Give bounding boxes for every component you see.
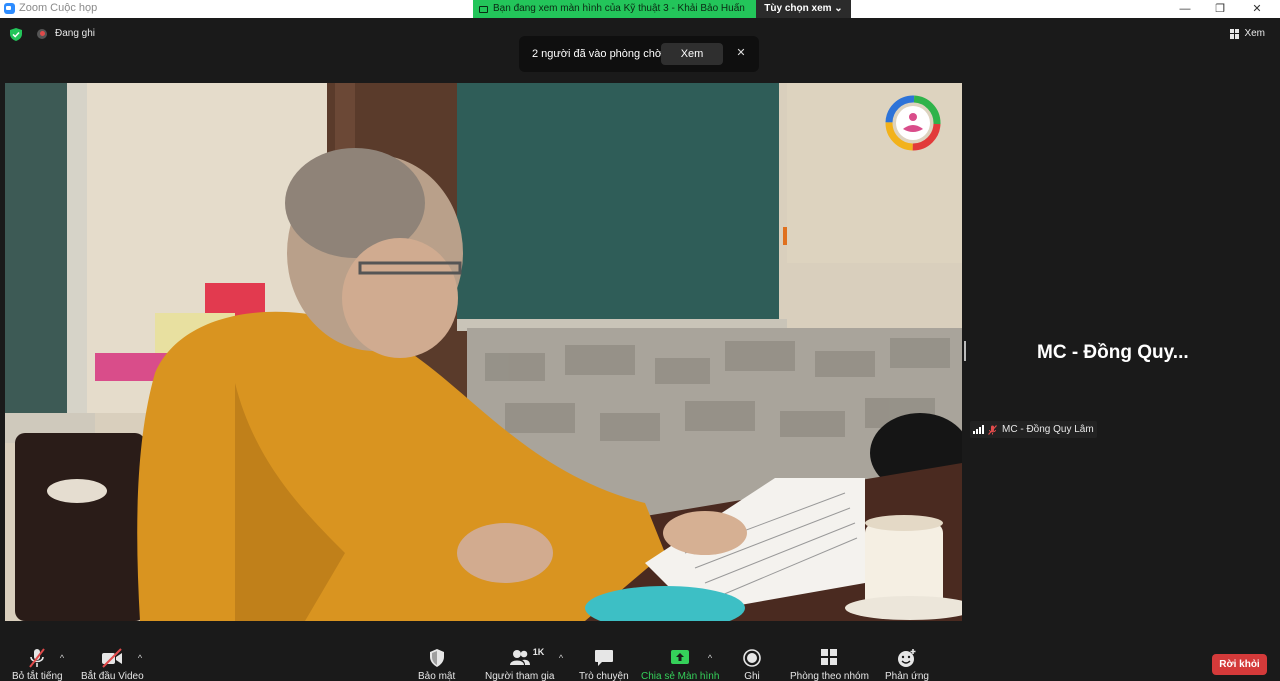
breakout-rooms-button[interactable]: Phòng theo nhóm (790, 648, 869, 681)
participants-icon (509, 650, 530, 665)
panel-resize-handle[interactable] (964, 341, 966, 361)
chat-button[interactable]: Trò chuyện (579, 648, 629, 681)
record-label: Ghi (744, 671, 760, 681)
leave-meeting-button[interactable]: Rời khỏi (1212, 654, 1267, 675)
participants-options-caret[interactable]: ^ (556, 653, 566, 663)
waiting-room-text: 2 người đã vào phòng chờ (532, 48, 663, 60)
window-title: Zoom Cuộc họp (19, 2, 98, 14)
share-screen-label: Chia sẻ Màn hình (641, 671, 720, 681)
participants-button[interactable]: 1K Người tham gia (485, 647, 555, 681)
share-banner: Bạn đang xem màn hình của Kỹ thuật 3 - K… (473, 0, 851, 18)
share-banner-notice: Bạn đang xem màn hình của Kỹ thuật 3 - K… (473, 0, 756, 18)
chat-label: Trò chuyện (579, 671, 629, 681)
zoom-meeting-window: Zoom Cuộc họp — ❐ ✕ Bạn đang xem màn hìn… (0, 0, 1280, 681)
screen-share-icon (479, 5, 488, 13)
minimize-button[interactable]: — (1168, 0, 1202, 18)
shared-screen-video[interactable] (5, 83, 962, 621)
unmute-label: Bỏ tắt tiếng (12, 671, 63, 681)
view-options-button[interactable]: Tùy chọn xem ⌄ (756, 0, 851, 18)
shared-video-frame (5, 83, 962, 621)
recording-indicator[interactable]: Đang ghi (37, 28, 95, 39)
unmute-button[interactable]: Bỏ tắt tiếng (12, 648, 63, 681)
view-layout-label: Xem (1244, 28, 1265, 39)
muted-microphone-icon (29, 648, 46, 668)
waiting-room-view-button[interactable]: Xem (661, 43, 723, 65)
participant-name-label: MC - Đồng Quy Lâm (970, 421, 1097, 438)
notification-close-icon[interactable]: ✕ (733, 45, 749, 61)
reactions-label: Phản ứng (885, 671, 929, 681)
record-icon (743, 649, 761, 667)
reactions-button[interactable]: Phản ứng (885, 648, 929, 681)
encryption-shield-icon[interactable] (10, 28, 22, 41)
grid-view-icon (1230, 28, 1240, 39)
recording-icon (37, 28, 47, 39)
share-options-caret[interactable]: ^ (705, 653, 715, 663)
security-label: Bảo mật (418, 671, 456, 681)
video-off-icon (102, 648, 123, 668)
audio-options-caret[interactable]: ^ (57, 653, 67, 663)
participants-label: Người tham gia (485, 671, 555, 681)
share-banner-text: Bạn đang xem màn hình của Kỹ thuật 3 - K… (493, 3, 745, 14)
signal-strength-icon (973, 425, 985, 434)
reaction-emoji-icon (897, 649, 916, 667)
zoom-app-icon (4, 3, 15, 14)
shield-icon (429, 649, 444, 667)
restore-button[interactable]: ❐ (1203, 0, 1237, 18)
video-options-caret[interactable]: ^ (135, 653, 145, 663)
breakout-rooms-label: Phòng theo nhóm (790, 671, 869, 681)
share-screen-icon (671, 650, 690, 664)
waiting-room-notification: 2 người đã vào phòng chờ Xem ✕ (519, 36, 759, 72)
meeting-toolbar: Bỏ tắt tiếng ^ Bắt đầu Video ^ Bảo mật 1… (0, 640, 1280, 681)
breakout-rooms-icon (821, 649, 838, 665)
participant-label-text: MC - Đồng Quy Lâm (1002, 424, 1094, 435)
start-video-label: Bắt đầu Video (81, 671, 144, 681)
chat-bubble-icon (594, 650, 613, 666)
participant-count-badge: 1K (532, 647, 545, 657)
close-window-button[interactable]: ✕ (1240, 0, 1274, 18)
view-layout-button[interactable]: Xem (1230, 28, 1265, 39)
security-button[interactable]: Bảo mật (418, 648, 455, 681)
muted-mic-icon (988, 424, 997, 435)
recording-label: Đang ghi (55, 28, 96, 39)
record-button[interactable]: Ghi (741, 648, 763, 681)
participant-tile-name: MC - Đồng Quy... (1037, 342, 1189, 363)
participants-icon-wrap: 1K (509, 647, 544, 668)
